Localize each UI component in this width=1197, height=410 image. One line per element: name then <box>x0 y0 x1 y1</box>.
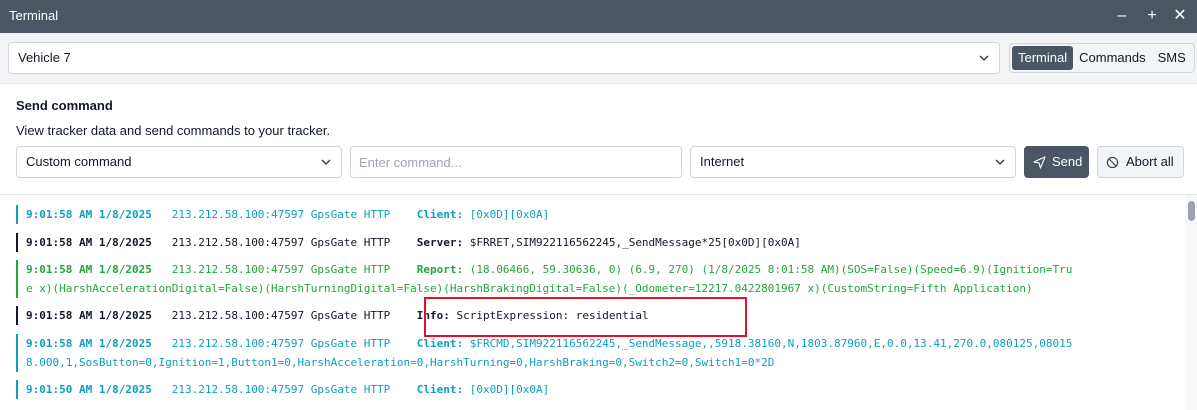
ban-icon <box>1106 156 1119 169</box>
log-message: $FRCMD,SIM922116562245,_SendMessage,,591… <box>469 337 1073 350</box>
vehicle-toolbar: Vehicle 7 Terminal Commands SMS <box>0 33 1197 84</box>
log-line: 9:01:58 AM 1/8/2025 213.212.58.100:47597… <box>26 233 801 252</box>
command-type-value: Custom command <box>26 154 132 169</box>
window-titlebar: Terminal – + ✕ <box>0 0 1197 33</box>
close-icon[interactable]: ✕ <box>1170 6 1190 26</box>
log-line: 9:01:50 AM 1/8/2025 213.212.58.100:47597… <box>26 380 549 399</box>
window-title: Terminal <box>9 8 59 23</box>
log-type: Report: <box>416 263 464 276</box>
chevron-down-icon <box>979 55 989 61</box>
log-timestamp: 9:01:58 AM 1/8/2025 <box>26 309 152 322</box>
log-source: 213.212.58.100:47597 GpsGate HTTP <box>171 309 391 322</box>
maximize-icon[interactable]: + <box>1142 6 1162 26</box>
log-entry: 9:01:50 AM 1/8/2025 213.212.58.100:47597… <box>16 380 549 399</box>
channel-value: Internet <box>700 154 745 169</box>
command-type-select[interactable]: Custom command <box>16 146 342 178</box>
log-timestamp: 9:01:58 AM 1/8/2025 <box>26 337 152 350</box>
log-line: 9:01:58 AM 1/8/2025 213.212.58.100:47597… <box>26 205 549 224</box>
log-line: 9:01:58 AM 1/8/2025 213.212.58.100:47597… <box>26 260 1072 279</box>
abort-all-button[interactable]: Abort all <box>1097 146 1184 178</box>
vehicle-select[interactable]: Vehicle 7 <box>8 42 1000 74</box>
send-command-heading: Send command <box>16 98 113 113</box>
log-timestamp: 9:01:58 AM 1/8/2025 <box>26 236 152 249</box>
highlight-box <box>424 297 747 337</box>
log-type: Client: <box>416 208 464 221</box>
send-icon <box>1033 156 1046 169</box>
channel-select[interactable]: Internet <box>690 146 1016 178</box>
log-entry: 9:01:58 AM 1/8/2025 213.212.58.100:47597… <box>16 233 801 252</box>
log-source: 213.212.58.100:47597 GpsGate HTTP <box>171 236 391 249</box>
command-input[interactable] <box>350 146 682 178</box>
log-message: [0x0D][0x0A] <box>469 383 550 396</box>
log-source: 213.212.58.100:47597 GpsGate HTTP <box>171 208 391 221</box>
tab-terminal[interactable]: Terminal <box>1012 46 1074 70</box>
view-tabs: Terminal Commands SMS <box>1009 43 1195 73</box>
log-message: (18.06466, 59.30636, 0) (6.9, 270) (1/8/… <box>469 263 1073 276</box>
log-line-continued: e x)(HarshAccelerationDigital=False)(Har… <box>26 282 1033 295</box>
minimize-icon[interactable]: – <box>1112 6 1132 26</box>
log-type: Client: <box>416 383 464 396</box>
send-button-label: Send <box>1052 154 1083 169</box>
log-source: 213.212.58.100:47597 GpsGate HTTP <box>171 383 391 396</box>
tab-sms[interactable]: SMS <box>1152 46 1192 70</box>
log-source: 213.212.58.100:47597 GpsGate HTTP <box>171 337 391 350</box>
log-message: [0x0D][0x0A] <box>469 208 550 221</box>
log-entry: 9:01:58 AM 1/8/2025 213.212.58.100:47597… <box>16 205 549 224</box>
chevron-down-icon <box>321 159 331 165</box>
send-button[interactable]: Send <box>1024 146 1089 178</box>
log-entry: 9:01:58 AM 1/8/2025 213.212.58.100:47597… <box>16 260 1072 298</box>
log-entry: 9:01:58 AM 1/8/2025 213.212.58.100:47597… <box>16 334 1072 372</box>
chevron-down-icon <box>995 159 1005 165</box>
send-command-description: View tracker data and send commands to y… <box>16 123 331 138</box>
log-message: $FRRET,SIM922116562245,_SendMessage*25[0… <box>469 236 801 249</box>
log-type: Client: <box>416 337 464 350</box>
log-source: 213.212.58.100:47597 GpsGate HTTP <box>171 263 391 276</box>
tab-commands[interactable]: Commands <box>1073 46 1151 70</box>
log-scrollbar[interactable] <box>1185 195 1197 410</box>
log-timestamp: 9:01:50 AM 1/8/2025 <box>26 383 152 396</box>
log-line-continued: 8.000,1,SosButton=0,Ignition=1,Button1=0… <box>26 356 775 369</box>
log-timestamp: 9:01:58 AM 1/8/2025 <box>26 263 152 276</box>
scrollbar-thumb[interactable] <box>1188 201 1195 221</box>
log-timestamp: 9:01:58 AM 1/8/2025 <box>26 208 152 221</box>
vehicle-select-value: Vehicle 7 <box>18 50 71 65</box>
log-type: Server: <box>416 236 464 249</box>
abort-all-label: Abort all <box>1126 154 1174 169</box>
send-command-panel: Send command View tracker data and send … <box>0 84 1197 194</box>
